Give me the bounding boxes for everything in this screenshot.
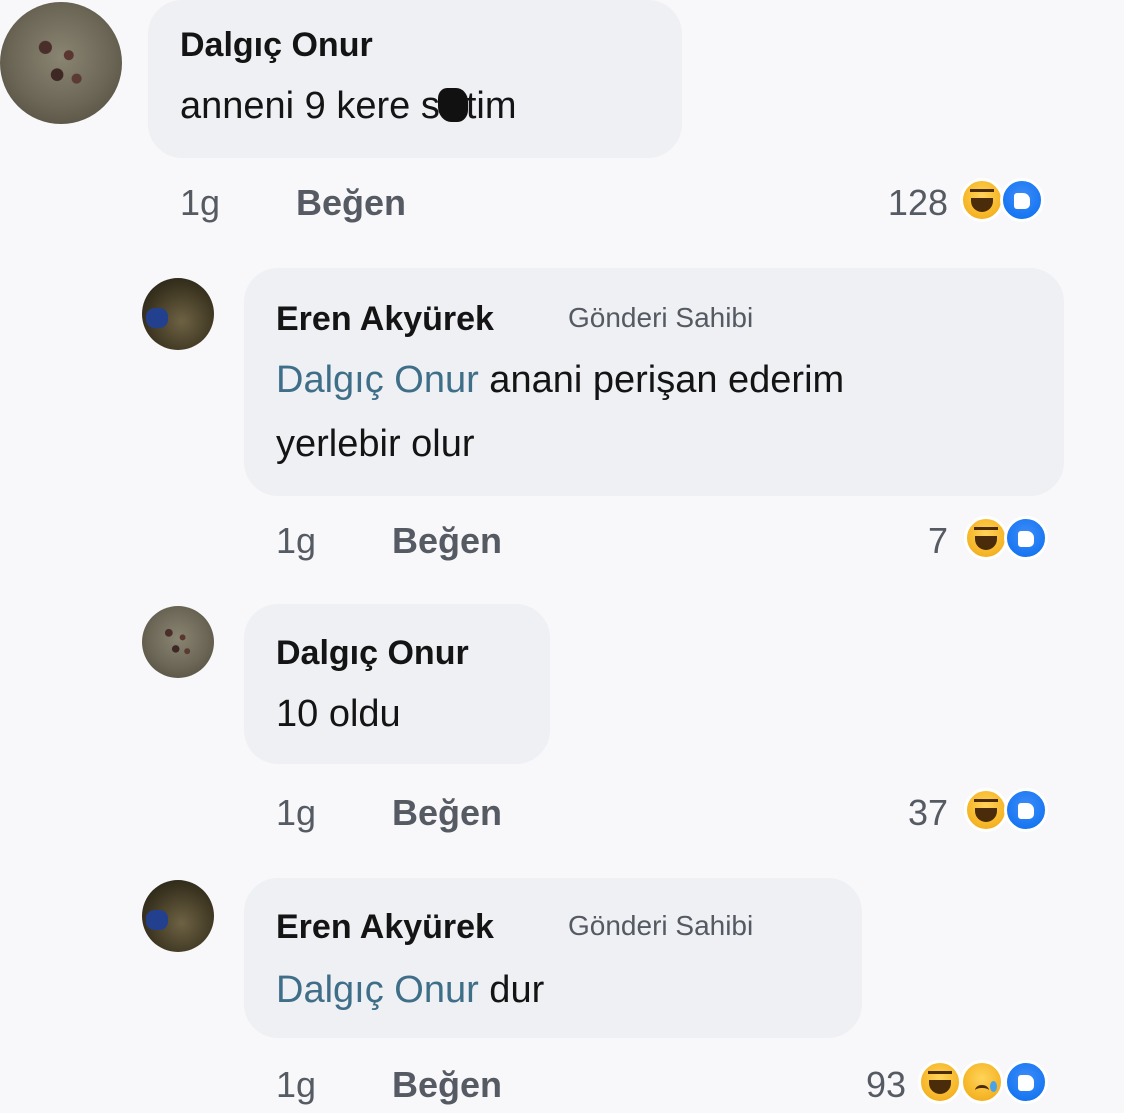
haha-icon: [918, 1060, 962, 1104]
reaction-count[interactable]: 93: [866, 1064, 906, 1106]
like-icon: [1004, 1060, 1048, 1104]
comment-text-part: dur: [478, 969, 545, 1011]
avatar-eren-akyurek[interactable]: [142, 880, 214, 952]
comment-text: Dalgıç Onur dur: [276, 962, 544, 1018]
comment-author[interactable]: Eren Akyürek: [276, 908, 494, 947]
comment-time[interactable]: 1g: [276, 1064, 316, 1106]
like-button[interactable]: Beğen: [392, 1064, 502, 1106]
author-badge: Gönderi Sahibi: [568, 910, 754, 941]
mention-link[interactable]: Dalgıç Onur: [276, 969, 479, 1011]
comment-4: Eren Akyürek Gönderi Sahibi Dalgıç Onur …: [0, 0, 1124, 1113]
sad-icon: [960, 1060, 1004, 1104]
